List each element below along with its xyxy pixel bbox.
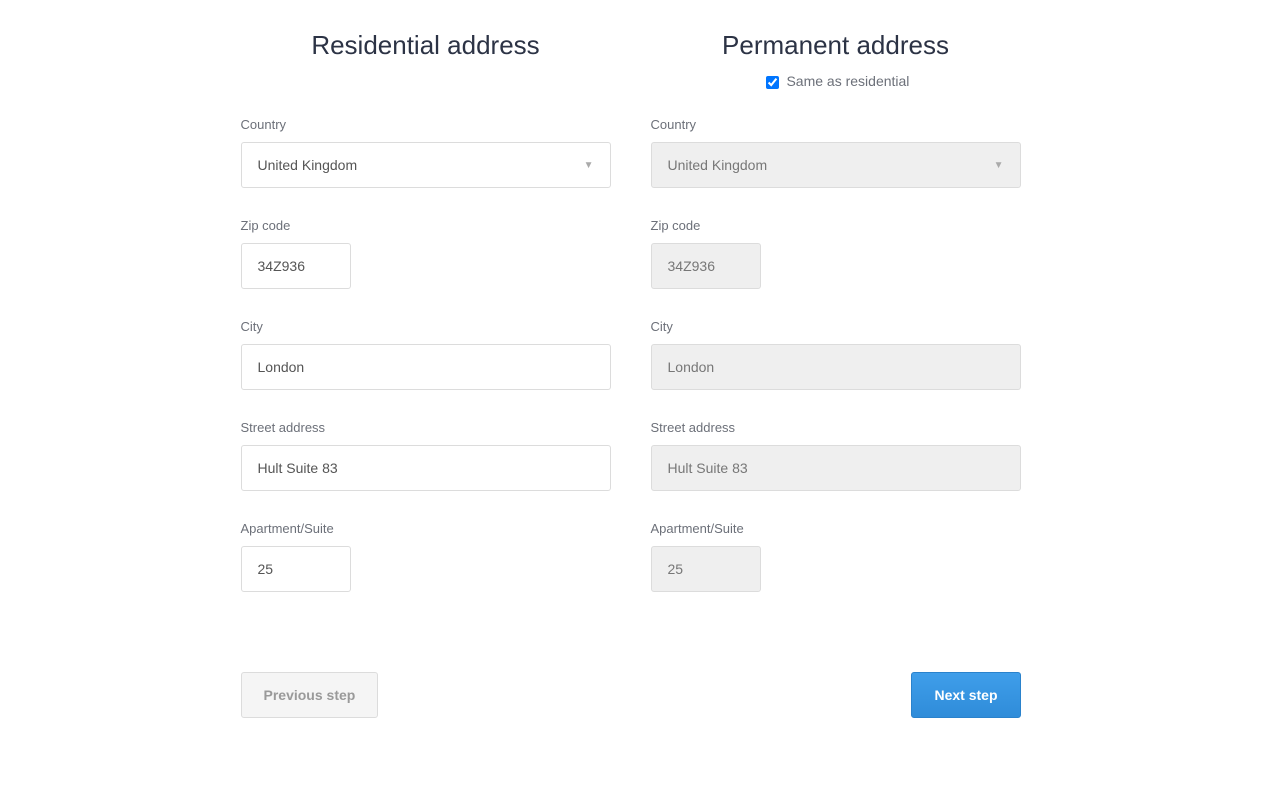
- residential-spacer: [241, 73, 611, 93]
- residential-country-field: Country United Kingdom ▼: [241, 117, 611, 188]
- permanent-apt-field: Apartment/Suite: [651, 521, 1021, 592]
- same-as-residential-checkbox[interactable]: [766, 76, 779, 89]
- permanent-column: Permanent address Same as residential Co…: [651, 30, 1021, 622]
- chevron-down-icon: ▼: [994, 160, 1004, 171]
- residential-country-select[interactable]: United Kingdom ▼: [241, 142, 611, 188]
- permanent-zip-input: [651, 243, 761, 289]
- permanent-zip-field: Zip code: [651, 218, 1021, 289]
- residential-street-label: Street address: [241, 420, 611, 435]
- residential-zip-field: Zip code: [241, 218, 611, 289]
- wizard-buttons: Previous step Next step: [241, 672, 1021, 718]
- residential-zip-input[interactable]: [241, 243, 351, 289]
- previous-step-button[interactable]: Previous step: [241, 672, 379, 718]
- residential-apt-field: Apartment/Suite: [241, 521, 611, 592]
- permanent-country-value: United Kingdom: [668, 157, 768, 173]
- permanent-city-input: [651, 344, 1021, 390]
- residential-street-input[interactable]: [241, 445, 611, 491]
- residential-city-field: City: [241, 319, 611, 390]
- residential-country-value: United Kingdom: [258, 157, 358, 173]
- chevron-down-icon: ▼: [584, 160, 594, 171]
- permanent-apt-input: [651, 546, 761, 592]
- residential-apt-input[interactable]: [241, 546, 351, 592]
- residential-country-label: Country: [241, 117, 611, 132]
- same-as-residential-label: Same as residential: [786, 73, 909, 89]
- permanent-country-label: Country: [651, 117, 1021, 132]
- permanent-country-field: Country United Kingdom ▼: [651, 117, 1021, 188]
- residential-zip-label: Zip code: [241, 218, 611, 233]
- residential-city-label: City: [241, 319, 611, 334]
- same-as-residential-row: Same as residential: [651, 73, 1021, 93]
- permanent-street-label: Street address: [651, 420, 1021, 435]
- residential-city-input[interactable]: [241, 344, 611, 390]
- permanent-street-input: [651, 445, 1021, 491]
- permanent-apt-label: Apartment/Suite: [651, 521, 1021, 536]
- permanent-zip-label: Zip code: [651, 218, 1021, 233]
- permanent-city-field: City: [651, 319, 1021, 390]
- residential-apt-label: Apartment/Suite: [241, 521, 611, 536]
- residential-title: Residential address: [241, 30, 611, 61]
- next-step-button[interactable]: Next step: [911, 672, 1020, 718]
- permanent-title: Permanent address: [651, 30, 1021, 61]
- residential-street-field: Street address: [241, 420, 611, 491]
- permanent-country-select: United Kingdom ▼: [651, 142, 1021, 188]
- residential-column: Residential address Country United Kingd…: [241, 30, 611, 622]
- permanent-street-field: Street address: [651, 420, 1021, 491]
- permanent-city-label: City: [651, 319, 1021, 334]
